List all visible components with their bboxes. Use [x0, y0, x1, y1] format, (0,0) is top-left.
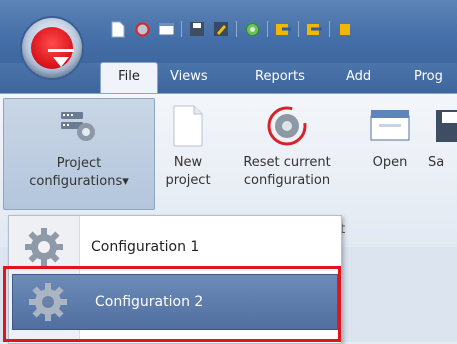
application-menu-button[interactable] [22, 18, 82, 78]
new-project-label-1: New [173, 155, 203, 170]
tab-file[interactable]: File [100, 62, 158, 95]
project-configurations-button[interactable]: Project configurations▾ [3, 98, 155, 210]
menu-item-label: Configuration 1 [91, 239, 200, 255]
new-project-label-2: project [165, 173, 211, 188]
open-icon [364, 98, 416, 154]
save-button[interactable]: Sa [424, 98, 457, 208]
export-icon[interactable] [304, 19, 324, 39]
gear-icon [13, 282, 83, 322]
refresh-icon[interactable] [242, 19, 262, 39]
configurations-icon [4, 99, 154, 155]
new-project-icon [160, 98, 216, 154]
tab-add[interactable]: Add [336, 63, 381, 93]
save-icon [424, 98, 457, 154]
tab-program[interactable]: Prog [404, 63, 453, 93]
configurations-dropdown-menu: Configuration 1 Configuration 2 [8, 215, 342, 344]
tab-reports[interactable]: Reports [245, 63, 315, 93]
open-icon[interactable] [156, 19, 176, 39]
next-icon[interactable] [335, 19, 355, 39]
reset-configuration-icon [222, 98, 352, 154]
edit-icon[interactable] [211, 19, 231, 39]
quick-access-toolbar [108, 18, 359, 40]
new-project-button[interactable]: New project [160, 98, 216, 208]
reset-configuration-button[interactable]: Reset current configuration [222, 98, 352, 208]
menu-item-configuration-1[interactable]: Configuration 1 [9, 220, 341, 274]
open-button[interactable]: Open [364, 98, 416, 208]
gear-icon [9, 227, 79, 267]
project-configurations-label-2: configurations [29, 174, 123, 189]
menu-item-configuration-2[interactable]: Configuration 2 [12, 274, 338, 330]
menu-item-label: Configuration 2 [95, 294, 204, 310]
import-icon[interactable] [273, 19, 293, 39]
dropdown-arrow-icon: ▾ [122, 174, 129, 189]
open-label: Open [372, 155, 408, 170]
reset-configuration-label-1: Reset current [243, 155, 331, 170]
app-logo-icon [31, 27, 74, 69]
reset-icon[interactable] [132, 19, 152, 39]
reset-configuration-label-2: configuration [243, 173, 331, 188]
save-icon[interactable] [187, 19, 207, 39]
project-configurations-label-1: Project [56, 156, 102, 171]
tab-views[interactable]: Views [160, 63, 218, 93]
save-label: Sa [428, 155, 445, 170]
new-icon[interactable] [108, 19, 128, 39]
